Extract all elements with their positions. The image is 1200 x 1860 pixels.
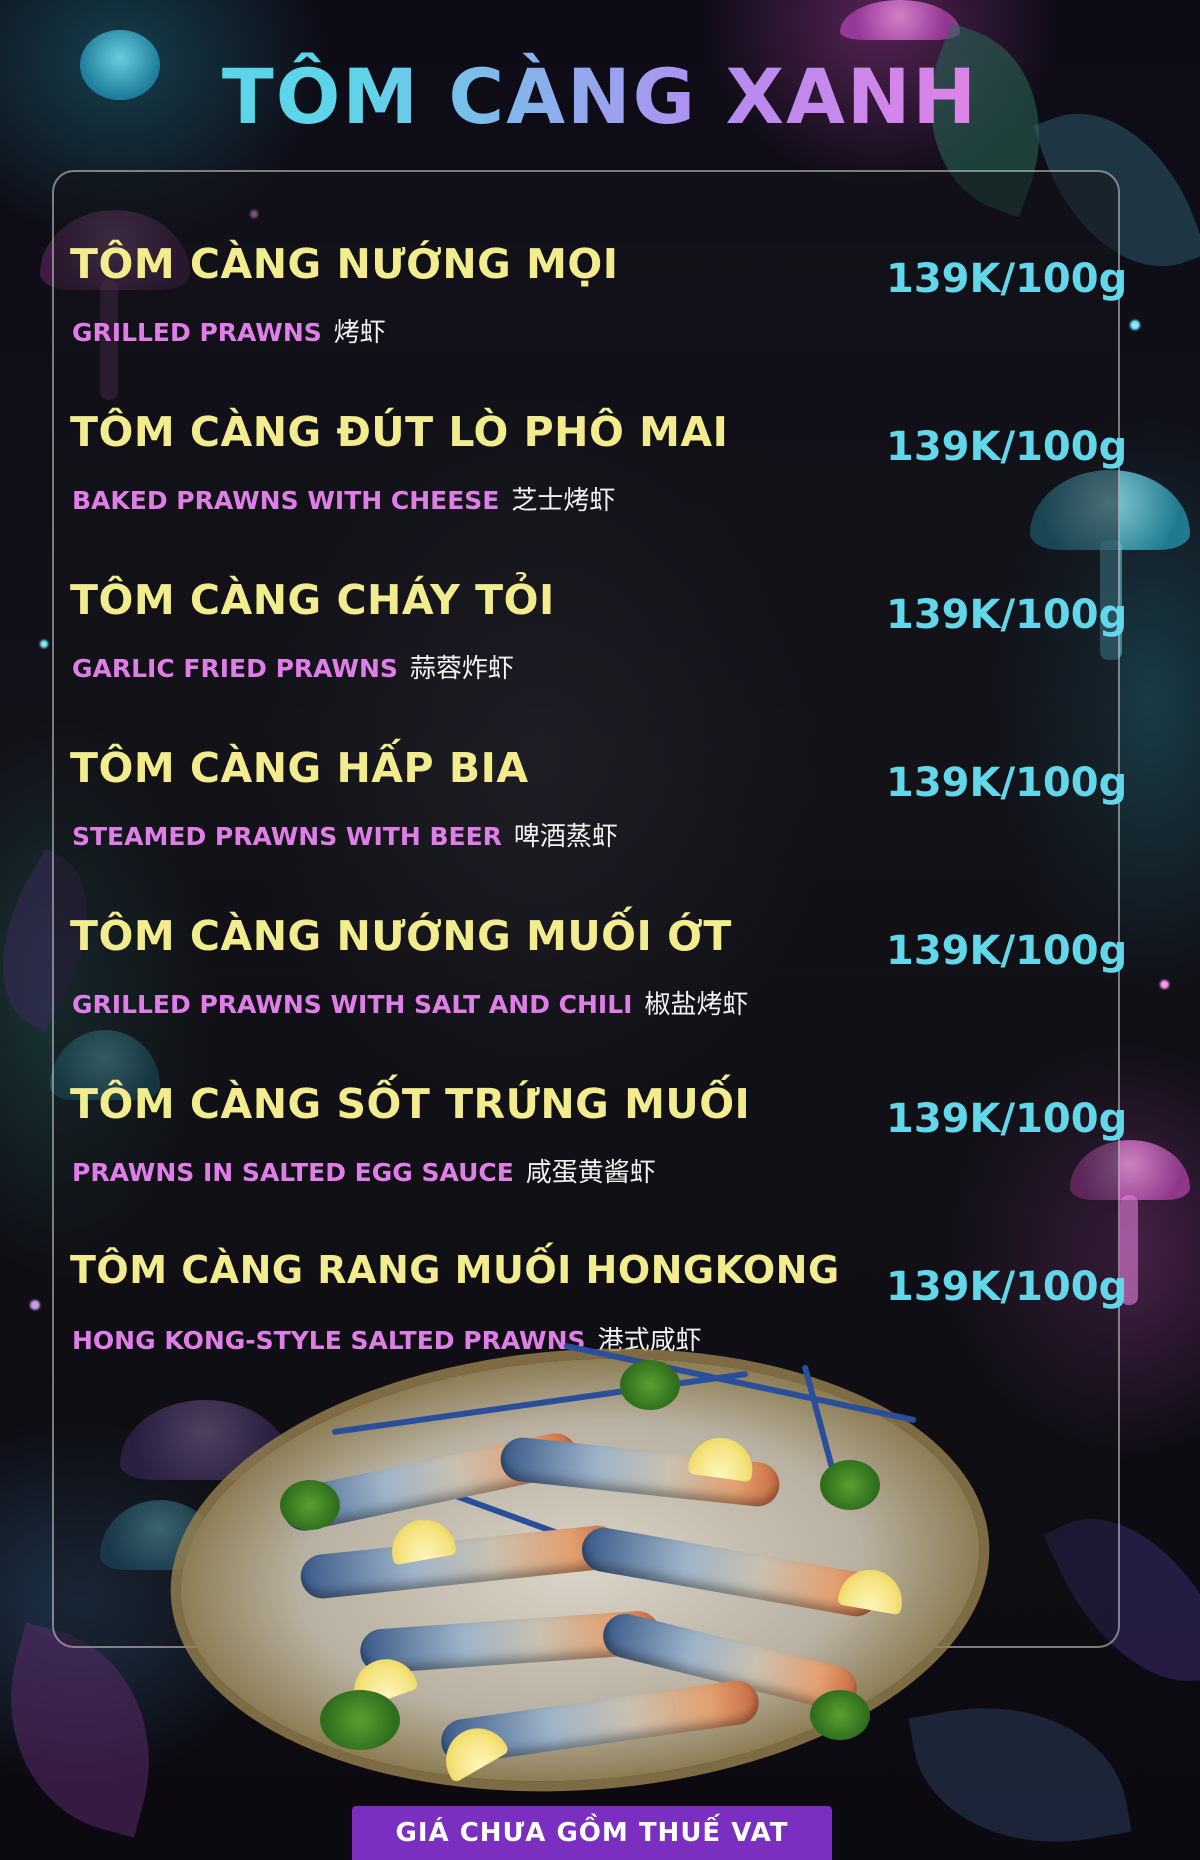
herb-garnish (320, 1690, 400, 1750)
item-translation: PRAWNS IN SALTED EGG SAUCE 咸蛋黄酱虾 (72, 1152, 656, 1189)
item-name: TÔM CÀNG HẤP BIA (70, 744, 529, 792)
item-chinese: 椒盐烤虾 (644, 990, 749, 1020)
menu-item: TÔM CÀNG NƯỚNG MUỐI ỚT GRILLED PRAWNS WI… (70, 912, 1127, 1052)
item-price: 139K/100g (886, 760, 1128, 806)
tax-note-badge: GIÁ CHƯA GỒM THUẾ VAT (352, 1806, 832, 1860)
menu-item: TÔM CÀNG CHÁY TỎI GARLIC FRIED PRAWNS 蒜蓉炸… (70, 576, 1127, 716)
item-price: 139K/100g (886, 928, 1128, 974)
item-name: TÔM CÀNG SỐT TRỨNG MUỐI (70, 1080, 751, 1128)
herb-garnish (820, 1460, 880, 1510)
item-chinese: 烤虾 (333, 318, 386, 348)
tax-note: GIÁ CHƯA GỒM THUẾ VAT (395, 1818, 789, 1848)
item-english: PRAWNS IN SALTED EGG SAUCE (72, 1158, 514, 1187)
item-translation: GARLIC FRIED PRAWNS 蒜蓉炸虾 (72, 648, 514, 685)
sparkle (1130, 320, 1140, 330)
item-price: 139K/100g (886, 424, 1128, 470)
menu-item: TÔM CÀNG HẤP BIA STEAMED PRAWNS WITH BEE… (70, 744, 1127, 884)
item-translation: STEAMED PRAWNS WITH BEER 啤酒蒸虾 (72, 816, 618, 853)
item-translation: BAKED PRAWNS WITH CHEESE 芝士烤虾 (72, 480, 615, 517)
item-price: 139K/100g (886, 592, 1128, 638)
sparkle (40, 640, 48, 648)
item-chinese: 芝士烤虾 (511, 486, 616, 516)
item-name: TÔM CÀNG NƯỚNG MUỐI ỚT (70, 912, 732, 960)
item-chinese: 蒜蓉炸虾 (409, 654, 514, 684)
sparkle (1160, 980, 1169, 989)
menu-item: TÔM CÀNG SỐT TRỨNG MUỐI PRAWNS IN SALTED… (70, 1080, 1127, 1220)
item-chinese: 咸蛋黄酱虾 (525, 1158, 656, 1188)
item-name: TÔM CÀNG NƯỚNG MỌI (70, 240, 619, 288)
herb-garnish (280, 1480, 340, 1530)
item-english: HONG KONG-STYLE SALTED PRAWNS (72, 1326, 586, 1355)
item-translation: GRILLED PRAWNS 烤虾 (72, 312, 386, 349)
item-english: GRILLED PRAWNS (72, 318, 322, 347)
menu-item: TÔM CÀNG ĐÚT LÒ PHÔ MAI BAKED PRAWNS WIT… (70, 408, 1127, 548)
item-name: TÔM CÀNG RANG MUỐI HONGKONG (70, 1248, 840, 1292)
item-price: 139K/100g (886, 1264, 1128, 1310)
page-title: TÔM CÀNG XANH (0, 52, 1200, 141)
item-name: TÔM CÀNG CHÁY TỎI (70, 576, 555, 624)
item-english: STEAMED PRAWNS WITH BEER (72, 822, 502, 851)
sparkle (30, 1300, 40, 1310)
item-chinese: 啤酒蒸虾 (513, 822, 618, 852)
herb-garnish (810, 1690, 870, 1740)
menu-item: TÔM CÀNG NƯỚNG MỌI GRILLED PRAWNS 烤虾 139K… (70, 240, 1127, 380)
item-english: BAKED PRAWNS WITH CHEESE (72, 486, 500, 515)
item-english: GRILLED PRAWNS WITH SALT AND CHILI (72, 990, 633, 1019)
item-english: GARLIC FRIED PRAWNS (72, 654, 398, 683)
item-name: TÔM CÀNG ĐÚT LÒ PHÔ MAI (70, 408, 729, 456)
herb-garnish (620, 1360, 680, 1410)
item-translation: GRILLED PRAWNS WITH SALT AND CHILI 椒盐烤虾 (72, 984, 748, 1021)
item-price: 139K/100g (886, 1096, 1128, 1142)
item-price: 139K/100g (886, 256, 1128, 302)
